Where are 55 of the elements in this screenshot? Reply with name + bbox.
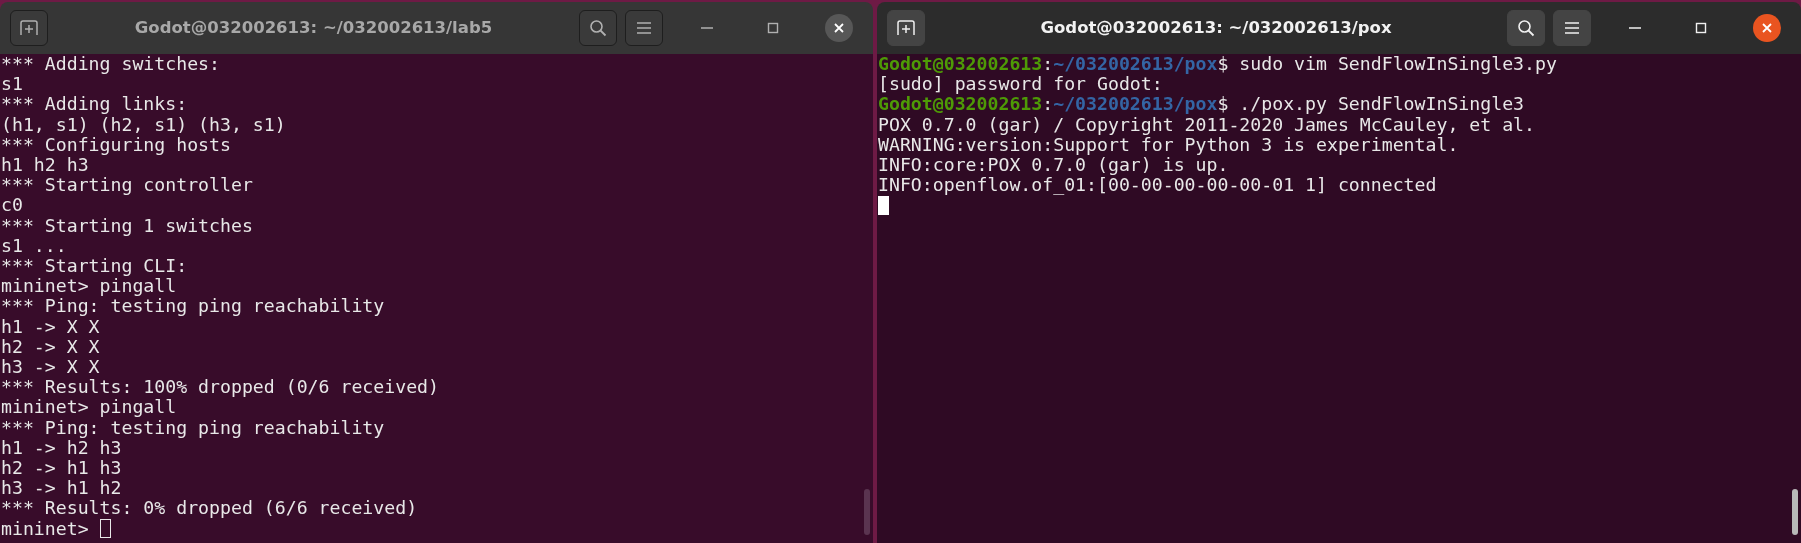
new-tab-icon	[897, 20, 915, 36]
window-title: Godot@032002613: ~/032002613/pox	[1039, 16, 1393, 39]
output-line: *** Ping: testing ping reachability	[1, 417, 385, 438]
new-tab-button[interactable]	[887, 10, 925, 46]
window-title: Godot@032002613: ~/032002613/lab5	[133, 16, 494, 39]
scrollbar-thumb[interactable]	[1792, 489, 1798, 535]
output-line: INFO:core:POX 0.7.0 (gar) is up.	[878, 155, 1229, 176]
output-line: *** Results: 100% dropped (0/6 received)	[1, 377, 439, 398]
minimize-icon	[701, 27, 713, 29]
output-line: *** Results: 0% dropped (6/6 received)	[1, 498, 418, 519]
close-button[interactable]	[1753, 14, 1781, 42]
menu-icon	[636, 21, 652, 35]
output-line: mininet> pingall	[1, 397, 177, 418]
output-line: h2 -> h1 h3	[1, 458, 122, 479]
output-line: s1 ...	[1, 235, 67, 257]
new-tab-button[interactable]	[10, 10, 48, 46]
close-icon	[1761, 22, 1773, 34]
search-button[interactable]	[579, 10, 617, 46]
output-line: *** Adding links:	[1, 94, 188, 115]
output-line: h1 -> h2 h3	[1, 437, 122, 459]
menu-icon	[1564, 21, 1580, 35]
close-button[interactable]	[825, 14, 853, 42]
shell-prompt: mininet>	[1, 518, 89, 539]
scrollbar-thumb[interactable]	[864, 489, 870, 535]
output-line: h3 -> h1 h2	[1, 478, 122, 499]
output-line: h1 -> X X	[1, 316, 100, 337]
output-line: (h1, s1) (h2, s1) (h3, s1)	[1, 114, 286, 135]
output-line: h2 -> X X	[1, 336, 100, 358]
maximize-icon	[767, 22, 779, 34]
output-line: mininet> pingall	[1, 276, 177, 297]
output-line: c0	[1, 195, 23, 216]
output-line: s1	[1, 74, 23, 95]
search-icon	[589, 19, 607, 37]
maximize-icon	[1695, 22, 1707, 34]
minimize-icon	[1629, 27, 1641, 29]
new-tab-icon	[20, 20, 38, 36]
output-line: *** Adding switches:	[1, 54, 220, 75]
close-icon	[833, 22, 845, 34]
command-line: Godot@032002613:~/032002613/pox$ ./pox.py SendFlowInSingle3	[878, 94, 1525, 115]
search-icon	[1517, 19, 1535, 37]
command-line: Godot@032002613:~/032002613/pox$ sudo vim SendFlowInSingle3.py	[878, 54, 1557, 75]
output-line: WARNING:version:Support for Python 3 is experimental.	[878, 134, 1459, 155]
search-button[interactable]	[1507, 10, 1545, 46]
output-line: *** Starting CLI:	[1, 256, 188, 277]
output-line: *** Starting controller	[1, 175, 253, 196]
output-line: h1 h2 h3	[1, 155, 89, 176]
output-line: INFO:openflow.of_01:[00-00-00-00-00-01 1] connected	[878, 175, 1437, 196]
output-line: POX 0.7.0 (gar) / Copyright 2011-2020 James McCauley, et al.	[878, 114, 1535, 135]
output-line: [sudo] password for Godot:	[878, 74, 1163, 95]
menu-button[interactable]	[625, 10, 663, 46]
output-line: *** Configuring hosts	[1, 134, 231, 155]
menu-button[interactable]	[1553, 10, 1591, 46]
output-line: *** Starting 1 switches	[1, 215, 253, 236]
output-line: *** Ping: testing ping reachability	[1, 296, 385, 317]
output-line: h3 -> X X	[1, 357, 100, 378]
